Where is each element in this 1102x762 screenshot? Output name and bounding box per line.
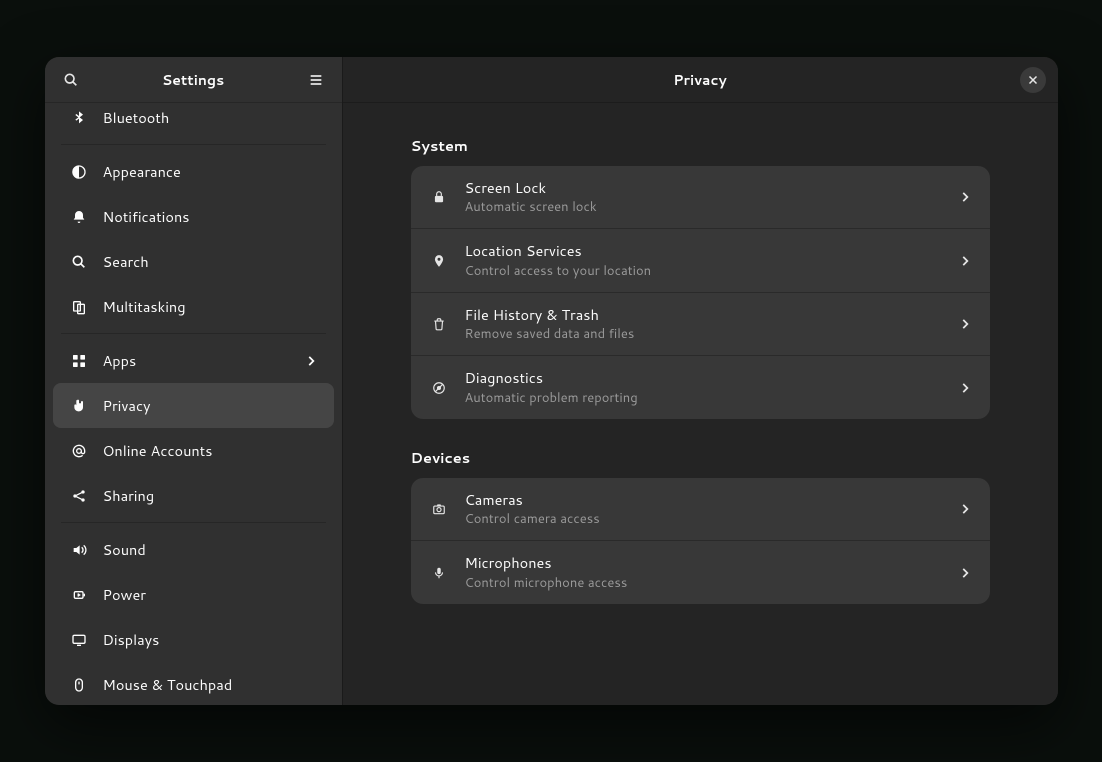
sidebar-item-label: Sharing [103,485,155,506]
row-diagnostics[interactable]: DiagnosticsAutomatic problem reporting [411,356,990,418]
mouse-icon [69,675,89,695]
share-icon [69,486,89,506]
sidebar-item-label: Apps [103,350,137,371]
sidebar-item-privacy[interactable]: Privacy [53,383,334,428]
main-header: Privacy [343,57,1058,103]
row-file-history[interactable]: File History & TrashRemove saved data an… [411,293,990,356]
hand-icon [69,396,89,416]
row-title: Location Services [465,241,942,261]
row-subtitle: Remove saved data and files [465,325,942,343]
search-icon [63,72,79,88]
sidebar-item-label: Notifications [103,206,190,227]
section-label: Devices [411,447,990,468]
main-panel: Privacy System Screen LockAutomatic scree… [343,57,1058,705]
bell-icon [69,207,89,227]
camera-icon [429,499,449,519]
sidebar-item-label: Online Accounts [103,440,213,461]
row-microphones[interactable]: MicrophonesControl microphone access [411,541,990,603]
location-icon [429,251,449,271]
search-button[interactable] [57,66,85,94]
chevron-right-icon [958,381,972,395]
row-title: File History & Trash [465,305,942,325]
sidebar-item-sharing[interactable]: Sharing [53,473,334,518]
row-title: Diagnostics [465,368,942,388]
sidebar-separator [61,333,326,334]
at-icon [69,441,89,461]
display-icon [69,630,89,650]
sidebar-item-power[interactable]: Power [53,572,334,617]
row-screen-lock[interactable]: Screen LockAutomatic screen lock [411,166,990,229]
chevron-right-icon [958,254,972,268]
card-group: CamerasControl camera accessMicrophonesC… [411,478,990,604]
menu-button[interactable] [302,66,330,94]
row-title: Cameras [465,490,942,510]
mic-icon [429,563,449,583]
close-icon [1027,74,1039,86]
chevron-right-icon [958,502,972,516]
section-label: System [411,135,990,156]
row-subtitle: Control microphone access [465,574,942,592]
sidebar-item-mouse[interactable]: Mouse & Touchpad [53,662,334,705]
hamburger-icon [308,72,324,88]
chevron-right-icon [304,354,318,368]
sidebar-item-label: Privacy [103,395,151,416]
appearance-icon [69,162,89,182]
row-subtitle: Control camera access [465,510,942,528]
speaker-icon [69,540,89,560]
row-title: Microphones [465,553,942,573]
sidebar-item-search[interactable]: Search [53,239,334,284]
sidebar-item-label: Power [103,584,146,605]
sidebar-item-multitasking[interactable]: Multitasking [53,284,334,329]
trash-icon [429,314,449,334]
sidebar-item-online-accounts[interactable]: Online Accounts [53,428,334,473]
sidebar-item-label: Multitasking [103,296,186,317]
sidebar-title: Settings [85,70,302,90]
sidebar-item-label: Bluetooth [103,107,170,128]
close-button[interactable] [1020,67,1046,93]
sidebar-item-notifications[interactable]: Notifications [53,194,334,239]
sidebar-item-label: Sound [103,539,146,560]
grid-icon [69,351,89,371]
card-group: Screen LockAutomatic screen lockLocation… [411,166,990,419]
chevron-right-icon [958,566,972,580]
row-subtitle: Control access to your location [465,262,942,280]
chevron-right-icon [958,190,972,204]
sidebar-item-displays[interactable]: Displays [53,617,334,662]
row-title: Screen Lock [465,178,942,198]
sidebar-item-sound[interactable]: Sound [53,527,334,572]
sidebar: Settings Bluetooth Appearance Notification… [45,57,343,705]
sidebar-item-bluetooth[interactable]: Bluetooth [53,103,334,140]
sidebar-item-label: Mouse & Touchpad [103,674,233,695]
sidebar-list: Bluetooth Appearance Notifications Search Mu… [45,103,342,705]
sidebar-item-label: Appearance [103,161,181,182]
sidebar-separator [61,522,326,523]
sidebar-header: Settings [45,57,342,103]
row-location[interactable]: Location ServicesControl access to your … [411,229,990,292]
diag-icon [429,378,449,398]
page-title: Privacy [381,70,1020,90]
sidebar-item-apps[interactable]: Apps [53,338,334,383]
lock-icon [429,187,449,207]
content-area: SystemScreen LockAutomatic screen lockLo… [343,103,1058,705]
multitask-icon [69,297,89,317]
sidebar-separator [61,144,326,145]
search-icon [69,252,89,272]
row-cameras[interactable]: CamerasControl camera access [411,478,990,541]
sidebar-item-label: Displays [103,629,160,650]
row-subtitle: Automatic screen lock [465,198,942,216]
sidebar-item-label: Search [103,251,149,272]
sidebar-item-appearance[interactable]: Appearance [53,149,334,194]
chevron-right-icon [958,317,972,331]
row-subtitle: Automatic problem reporting [465,389,942,407]
bluetooth-icon [69,108,89,128]
settings-window: Settings Bluetooth Appearance Notification… [45,57,1058,705]
power-icon [69,585,89,605]
